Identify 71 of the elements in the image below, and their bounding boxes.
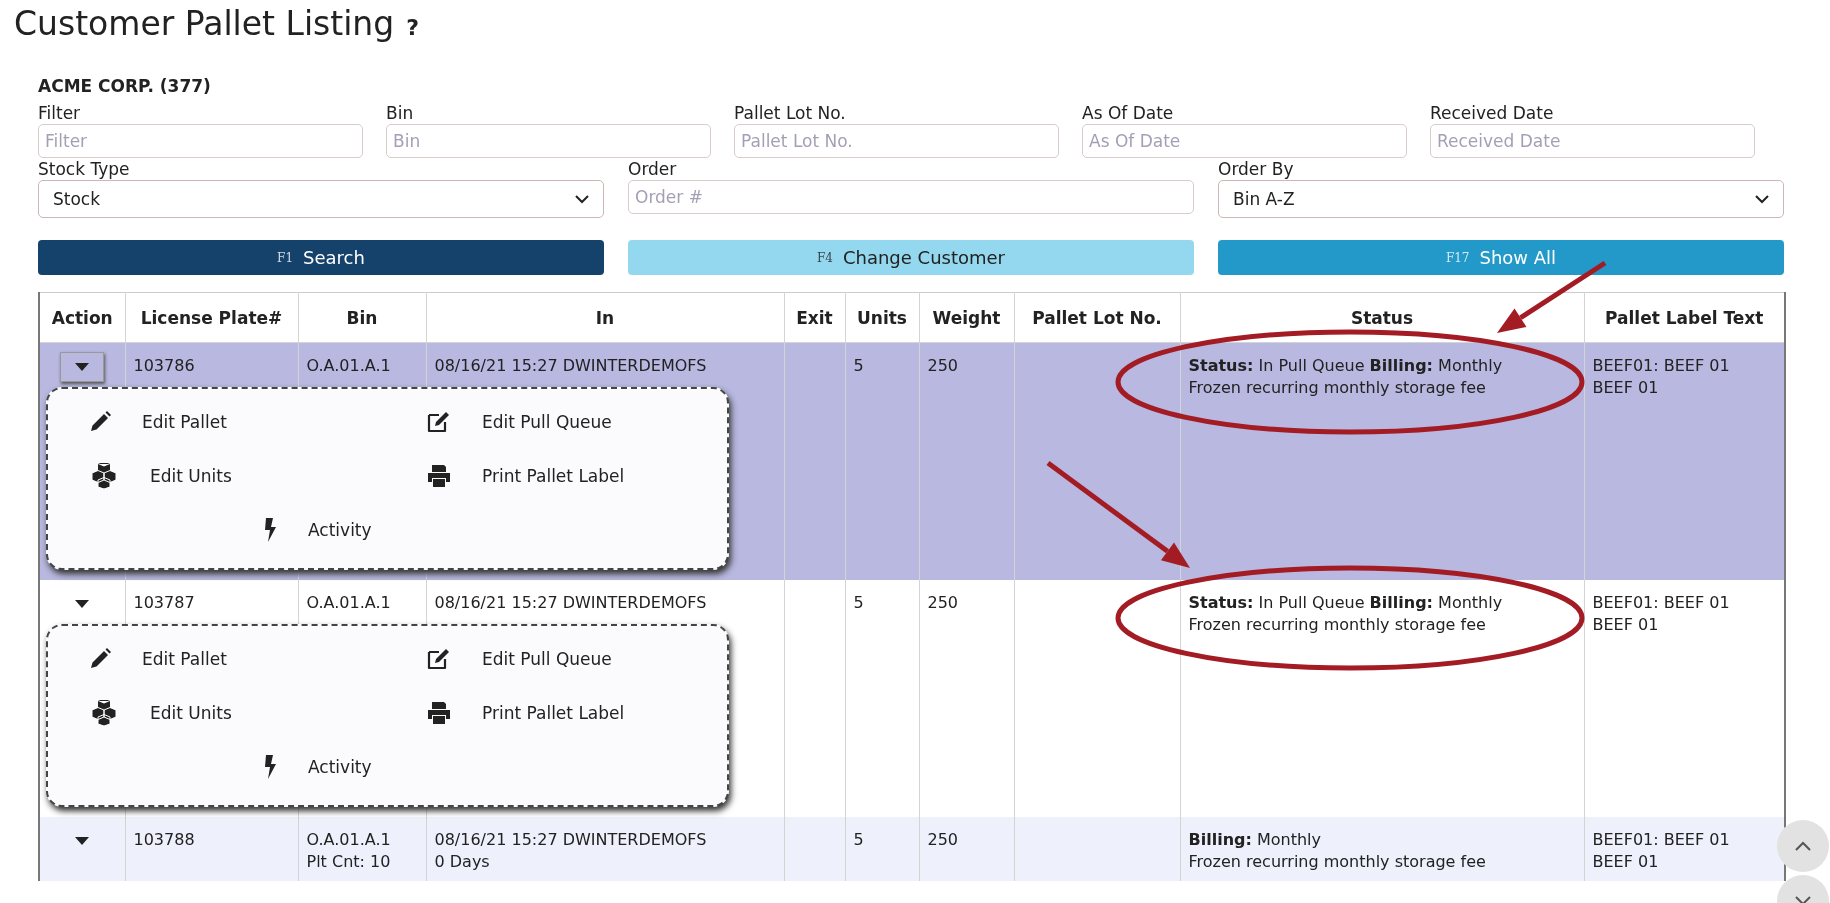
column-header: Weight [919, 292, 1014, 343]
table-cell: Status: In Pull Queue Billing: Monthly Frozen recurring monthly storage fee [1180, 342, 1584, 580]
text-field[interactable]: Received Date [1430, 124, 1755, 158]
menu-item[interactable]: Edit Units [150, 465, 232, 487]
field-label: Order [628, 158, 678, 180]
caret-down-icon [75, 836, 90, 845]
menu-item[interactable]: Edit Pull Queue [482, 647, 612, 670]
column-header: In [426, 292, 784, 343]
column-header: Exit [784, 292, 845, 343]
caret-down-icon [75, 599, 90, 608]
customer-name: ACME CORP. (377) [38, 76, 212, 98]
column-header: License Plate# [125, 292, 298, 343]
field-label: Stock Type [38, 158, 131, 180]
menu-item[interactable]: Edit Pull Queue [482, 411, 612, 433]
pencil-icon [88, 646, 112, 671]
menu-item[interactable]: Edit Pallet [142, 647, 227, 670]
table-cell: BEEF01: BEEF 01 BEEF 01 [1584, 342, 1785, 580]
scroll-up-button[interactable] [1777, 820, 1829, 872]
table-cell: O.A.01.A.1 Plt Cnt: 10 [298, 816, 426, 881]
menu-item[interactable]: Print Pallet Label [482, 465, 625, 487]
chevron-down-icon [575, 194, 589, 204]
text-field[interactable]: Filter [38, 124, 363, 158]
menu-item[interactable]: Edit Pallet [142, 411, 227, 433]
edit-square-icon [426, 410, 452, 434]
field-label: Pallet Lot No. [734, 102, 847, 124]
text-field[interactable]: Order # [628, 180, 1194, 214]
table-cell: 103788 [125, 816, 298, 881]
table-cell: 08/16/21 15:27 DWINTERDEMOFS 0 Days [426, 816, 784, 881]
column-header: Units [845, 292, 919, 343]
table-cell: 5 [845, 579, 919, 817]
table-cell: 250 [919, 342, 1014, 580]
field-label: Bin [386, 102, 415, 124]
field-label: Order By [1218, 158, 1295, 180]
action-bar-button[interactable]: F4 Change Customer [628, 240, 1194, 275]
dropdown[interactable]: Stock [38, 180, 604, 218]
table-cell: Status: In Pull Queue Billing: Monthly Frozen recurring monthly storage fee [1180, 579, 1584, 817]
caret-down-icon [75, 363, 90, 371]
field-label: Filter [38, 102, 82, 124]
text-field[interactable]: Bin [386, 124, 711, 158]
table-cell: Billing: Monthly Frozen recurring monthly storage fee [1180, 816, 1584, 881]
menu-item[interactable]: Edit Units [150, 701, 232, 724]
edit-square-icon [426, 646, 452, 671]
table-cell: BEEF01: BEEF 01 BEEF 01 [1584, 579, 1785, 817]
action-bar-button[interactable]: F1 Search [38, 240, 604, 275]
pencil-icon [88, 410, 112, 434]
dropdown[interactable]: Bin A-Z [1218, 180, 1784, 218]
lightning-icon [264, 753, 278, 780]
field-label: As Of Date [1082, 102, 1175, 124]
table-cell: 250 [919, 579, 1014, 817]
lightning-icon [264, 517, 278, 543]
text-field[interactable]: As Of Date [1082, 124, 1407, 158]
menu-item[interactable]: Activity [308, 755, 372, 778]
column-header: Action [39, 292, 125, 343]
chevron-down-icon [1795, 896, 1811, 903]
field-label: Received Date [1430, 102, 1555, 124]
text-field[interactable]: Pallet Lot No. [734, 124, 1059, 158]
table-cell: 250 [919, 816, 1014, 881]
column-header: Bin [298, 292, 426, 343]
printer-icon [426, 464, 452, 488]
menu-item[interactable]: Print Pallet Label [482, 701, 625, 724]
row-action-button[interactable] [60, 352, 105, 382]
table-cell: 5 [845, 342, 919, 580]
table-cell: 5 [845, 816, 919, 881]
printer-icon [426, 700, 452, 725]
chevron-down-icon [1755, 194, 1769, 204]
chevron-up-icon [1795, 841, 1811, 851]
page-title: Customer Pallet Listing [14, 3, 395, 43]
menu-item[interactable]: Activity [308, 519, 372, 541]
table-cell: BEEF01: BEEF 01 BEEF 01 [1584, 816, 1785, 881]
column-header: Pallet Lot No. [1014, 292, 1180, 343]
help-link[interactable]: ? [406, 14, 419, 40]
